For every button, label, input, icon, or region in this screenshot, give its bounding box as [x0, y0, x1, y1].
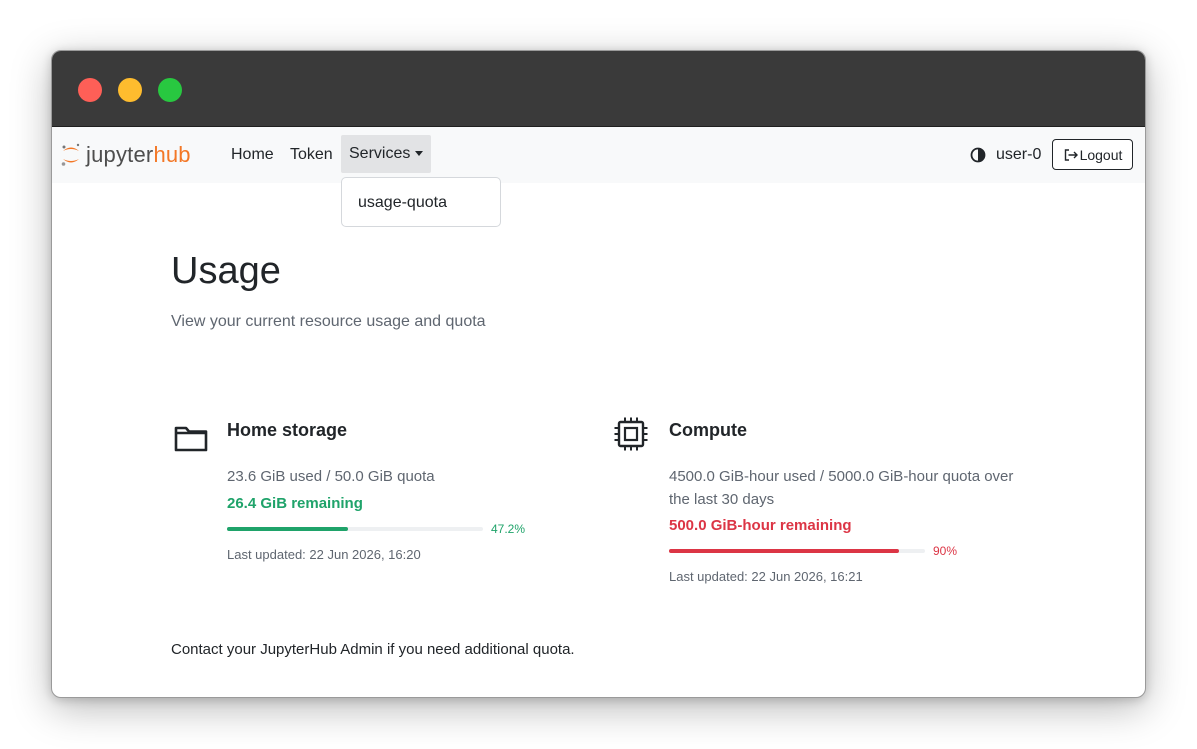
nav-services-label: Services — [349, 145, 411, 162]
storage-card-title: Home storage — [227, 420, 348, 440]
username-label: user-0 — [996, 146, 1042, 163]
nav-token-link[interactable]: Token — [290, 143, 333, 167]
main-content: Usage View your current resource usage a… — [52, 183, 1145, 697]
cpu-icon — [614, 417, 648, 451]
theme-toggle-icon[interactable] — [970, 147, 986, 163]
nav-services-dropdown-toggle[interactable]: Services — [341, 135, 431, 173]
services-dropdown-menu: usage-quota — [341, 177, 501, 227]
logo-text-hub: hub — [153, 142, 191, 167]
jupyterhub-logo[interactable]: jupyterhub — [60, 141, 191, 169]
storage-remaining-text: 26.4 GiB remaining — [227, 495, 363, 512]
logout-label: Logout — [1079, 146, 1123, 163]
storage-percent-label: 47.2% — [491, 522, 526, 536]
jupyter-logo-icon — [61, 143, 80, 166]
logout-icon — [1064, 148, 1078, 161]
compute-progress-track — [669, 549, 925, 553]
page-title: Usage — [171, 250, 281, 292]
minimize-window-button[interactable] — [118, 78, 142, 102]
logout-button[interactable]: Logout — [1052, 139, 1133, 170]
compute-remaining-text: 500.0 GiB-hour remaining — [669, 517, 852, 534]
footer-note: Contact your JupyterHub Admin if you nee… — [171, 641, 575, 658]
logo-text: jupyterhub — [86, 141, 191, 169]
logo-text-jupyter: jupyter — [86, 142, 154, 167]
nav-home-link[interactable]: Home — [231, 143, 274, 167]
storage-last-updated: Last updated: 22 Jun 2026, 16:20 — [227, 547, 421, 562]
close-window-button[interactable] — [78, 78, 102, 102]
compute-progress-fill — [669, 549, 900, 553]
compute-card-title: Compute — [669, 420, 747, 440]
compute-usage-text-line1: 4500.0 GiB-hour used / 5000.0 GiB-hour q… — [669, 468, 1014, 485]
folder-icon — [174, 426, 208, 452]
storage-progress-track — [227, 527, 483, 531]
caret-down-icon — [415, 150, 424, 156]
maximize-window-button[interactable] — [158, 78, 182, 102]
window-titlebar — [52, 51, 1145, 127]
top-navbar: jupyterhub Home Token Services user-0 Lo… — [52, 127, 1145, 183]
compute-percent-label: 90% — [933, 544, 958, 558]
browser-window: jupyterhub Home Token Services user-0 Lo… — [51, 50, 1146, 698]
compute-usage-text-line2: the last 30 days — [669, 491, 775, 508]
storage-usage-text: 23.6 GiB used / 50.0 GiB quota — [227, 468, 435, 485]
compute-last-updated: Last updated: 22 Jun 2026, 16:21 — [669, 569, 863, 584]
page-subtitle: View your current resource usage and quo… — [171, 313, 486, 330]
dropdown-item-usage-quota[interactable]: usage-quota — [358, 191, 447, 215]
storage-progress-fill — [227, 527, 348, 531]
